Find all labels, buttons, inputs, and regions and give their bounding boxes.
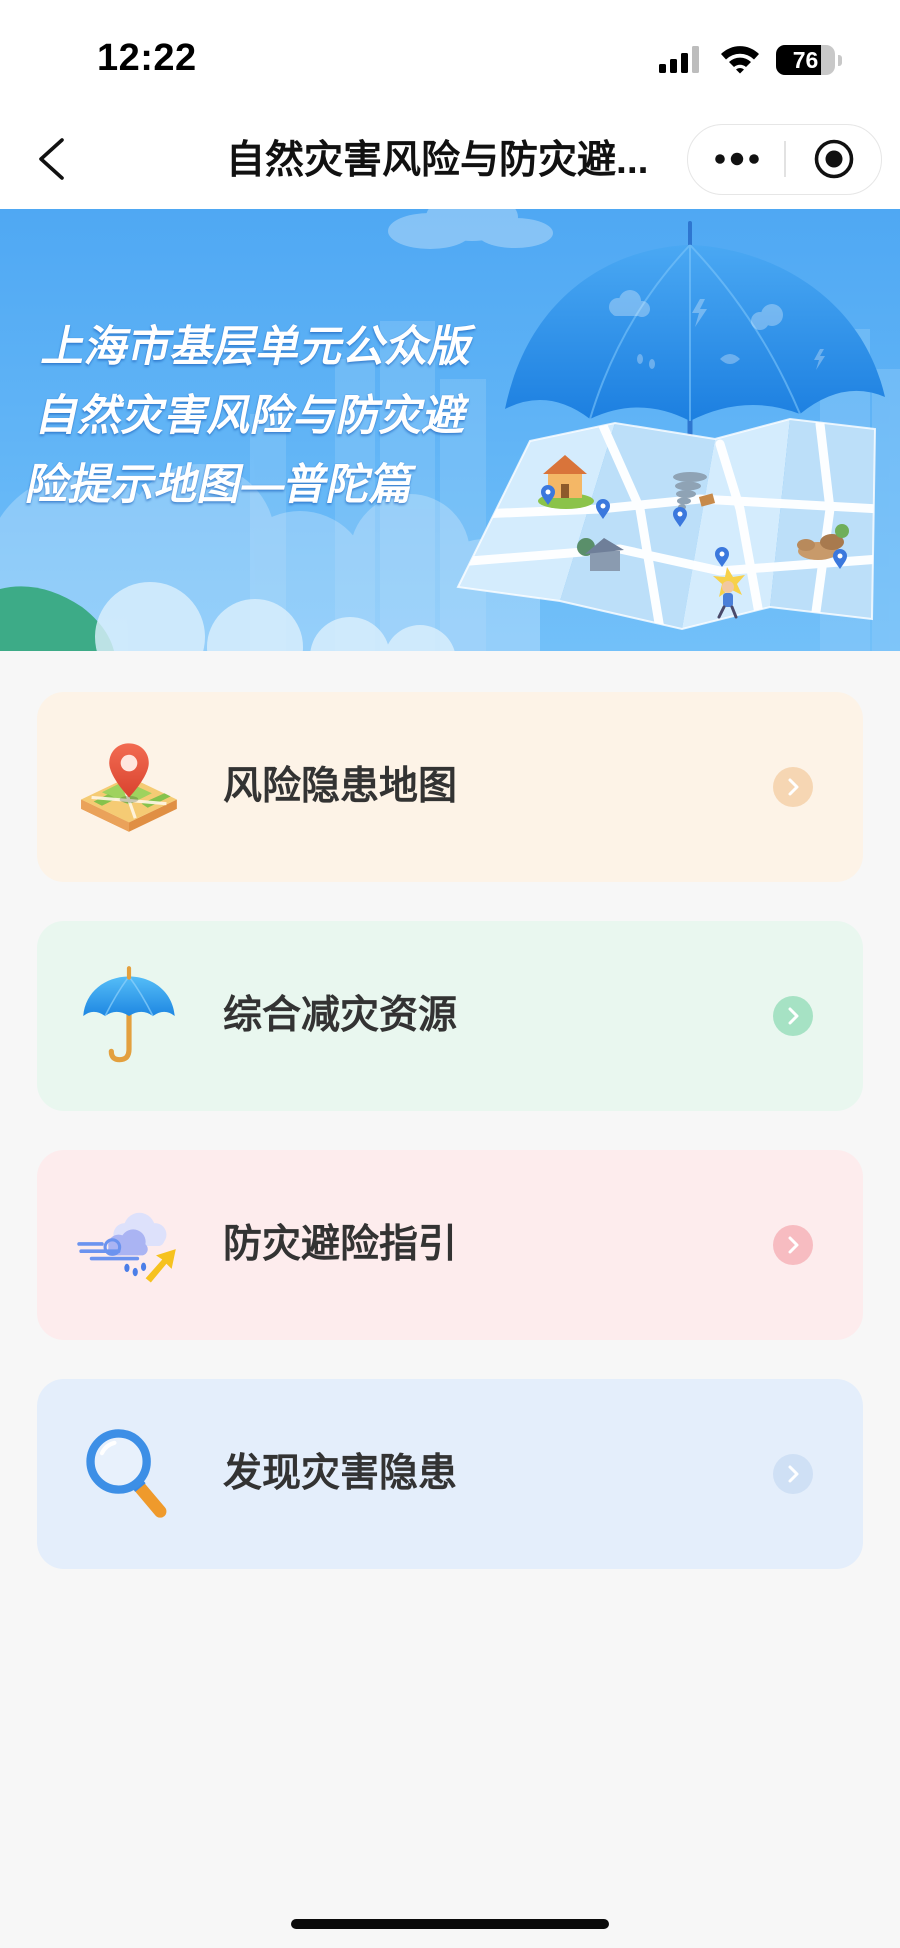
menu-item-avoidance-guide[interactable]: 防灾避险指引 (37, 1150, 863, 1340)
menu-item-report-hazard[interactable]: 发现灾害隐患 (37, 1379, 863, 1569)
hero-banner: 上海市基层单元公众版 自然灾害风险与防灾避 险提示地图—普陀篇 (0, 209, 900, 651)
exit-button[interactable] (786, 125, 881, 193)
chevron-right-icon (773, 1225, 813, 1265)
signal-icon (659, 46, 699, 73)
nav-bar: 自然灾害风险与防灾避... (0, 112, 900, 209)
magnifier-icon (86, 1429, 167, 1518)
umbrella-icon (83, 966, 175, 1063)
chevron-right-icon (773, 767, 813, 807)
back-button[interactable] (30, 134, 74, 184)
home-indicator[interactable] (291, 1919, 609, 1929)
more-dots-icon (715, 152, 759, 166)
menu-item-label: 风险隐患地图 (223, 765, 458, 808)
battery-icon: 76 (776, 45, 835, 75)
target-icon (814, 139, 854, 179)
banner-title-line: 险提示地图—普陀篇 (22, 461, 420, 509)
chevron-right-icon (773, 1454, 813, 1494)
wifi-icon (721, 46, 759, 74)
menu-item-disaster-resources[interactable]: 综合减灾资源 (37, 921, 863, 1111)
banner-title-line: 自然灾害风险与防灾避 (32, 392, 473, 440)
banner-title-line: 上海市基层单元公众版 (38, 323, 479, 371)
menu-item-label: 发现灾害隐患 (223, 1452, 458, 1495)
menu-item-risk-map[interactable]: 风险隐患地图 (37, 692, 863, 882)
status-time: 12:22 (97, 37, 197, 79)
mini-program-capsule (687, 124, 882, 195)
page-title: 自然灾害风险与防灾避... (226, 139, 649, 182)
battery-tip (838, 55, 842, 66)
chevron-left-icon (39, 138, 64, 180)
chevron-right-icon (773, 996, 813, 1036)
menu-item-label: 防灾避险指引 (223, 1223, 458, 1266)
feature-menu: 风险隐患地图 综合减灾资源 防灾避险指引 发现灾害隐患 (37, 651, 863, 1569)
more-button[interactable] (688, 125, 785, 193)
map-pin-icon (81, 743, 177, 832)
status-bar: 12:22 76 (0, 0, 900, 112)
weather-warning-icon (77, 1212, 176, 1283)
battery-level: 76 (792, 47, 819, 73)
menu-item-label: 综合减灾资源 (223, 994, 458, 1037)
